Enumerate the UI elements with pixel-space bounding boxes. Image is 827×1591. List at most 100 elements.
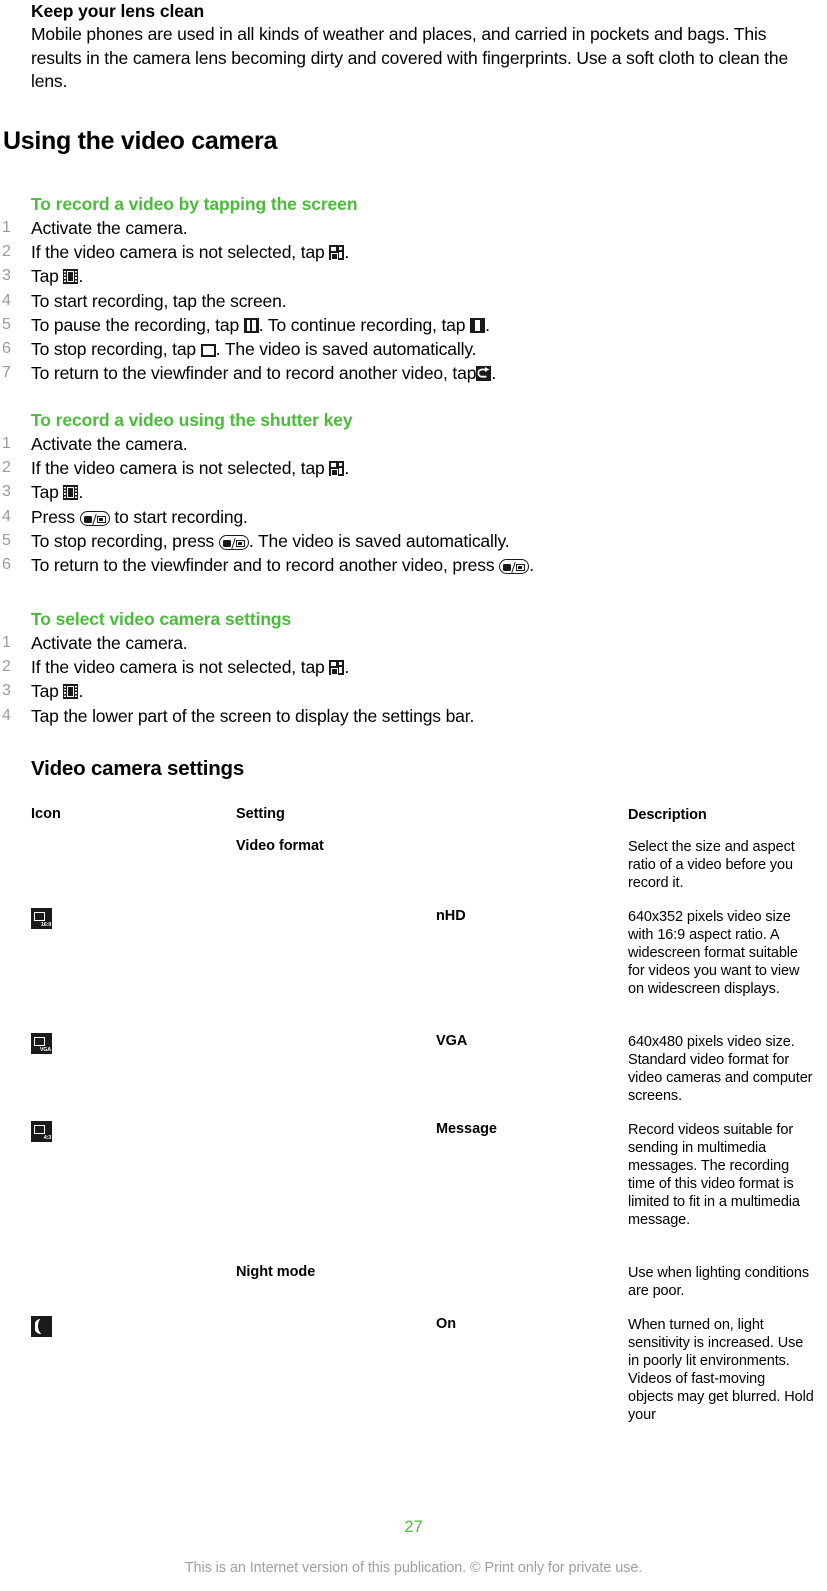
column-header-description: Description	[628, 807, 707, 823]
step-text-post: . The video is saved automatically.	[248, 530, 510, 551]
footer-note: This is an Internet version of this publ…	[184, 1560, 643, 1576]
step-text-post: .	[78, 266, 84, 287]
step-text-pre: Tap	[31, 482, 64, 503]
step-text-post: .	[78, 681, 84, 702]
step-number: 3	[2, 267, 11, 285]
row-description: When turned on, light sensitivity is inc…	[628, 1317, 814, 1423]
step-text-post: to start recording.	[109, 506, 248, 527]
step-number: 6	[2, 340, 11, 358]
page-number: 27	[404, 1518, 423, 1536]
procedure-block-3: To select video camera settings 1 Activa…	[0, 607, 827, 728]
step-text-post: .	[491, 363, 497, 384]
document-page: Keep your lens clean Mobile phones are u…	[0, 0, 827, 1591]
shutter-key-icon	[218, 534, 249, 550]
step-text-pre: Activate the camera.	[31, 434, 188, 454]
night-mode-on-icon	[31, 1316, 52, 1337]
step-text-pre: If the video camera is not selected, tap	[31, 458, 330, 479]
column-header-icon: Icon	[31, 806, 61, 822]
row-icon-cell: 4:3	[31, 1121, 121, 1147]
table-row: On When turned on, light sensitivity is …	[0, 1316, 827, 1446]
table-row: Video format Select the size and aspect …	[0, 838, 827, 908]
step-text-pre: Activate the camera.	[31, 633, 188, 653]
step-number: 1	[2, 435, 11, 452]
table-header-row: Icon Setting Description	[0, 806, 827, 838]
row-icon-cell: VGA	[31, 1033, 121, 1059]
column-header-setting: Setting	[236, 806, 285, 822]
step-number: 7	[2, 364, 11, 382]
row-setting-label: nHD	[436, 908, 466, 924]
row-setting-label: Video format	[236, 838, 324, 854]
row-description: Select the size and aspect ratio of a vi…	[628, 839, 795, 891]
step-text-post: . The video is saved automatically.	[215, 339, 477, 360]
list-item: 1 Activate the camera.	[0, 216, 827, 240]
list-item: 2 If the video camera is not selected, t…	[0, 240, 827, 264]
step-text-pre: To stop recording, press	[31, 530, 219, 551]
step-text-post: .	[344, 242, 350, 263]
step-text-pre: Tap the lower part of the screen to disp…	[31, 705, 475, 726]
step-number: 6	[2, 556, 11, 574]
table-row: Night mode Use when lighting conditions …	[0, 1264, 827, 1316]
list-item: 1 Activate the camera.	[0, 432, 827, 456]
step-text-pre: To return to the viewfinder and to recor…	[31, 363, 477, 384]
step-text: To return to the viewfinder and to recor…	[31, 553, 827, 577]
step-text: Tap .	[31, 480, 827, 504]
list-item: 2 If the video camera is not selected, t…	[0, 655, 827, 679]
list-item: 7 To return to the viewfinder and to rec…	[0, 361, 827, 385]
row-setting-label: Message	[436, 1121, 497, 1137]
procedure-block-2: To record a video using the shutter key …	[0, 408, 827, 577]
step-text: If the video camera is not selected, tap…	[31, 240, 827, 264]
resume-icon	[470, 317, 486, 333]
step-text: If the video camera is not selected, tap…	[31, 456, 827, 480]
step-number: 3	[2, 483, 11, 501]
video-format-vga-icon-label: VGA	[39, 1047, 51, 1053]
row-description: Use when lighting conditions are poor.	[628, 1265, 809, 1299]
settings-section-heading: Video camera settings	[31, 757, 245, 780]
procedure-steps: 1 Activate the camera. 2 If the video ca…	[0, 432, 827, 577]
step-text-mid: . To continue recording, tap	[258, 314, 471, 335]
list-item: 4 Tap the lower part of the screen to di…	[0, 704, 827, 728]
intro-title: Keep your lens clean	[31, 1, 205, 21]
intro-body: Mobile phones are used in all kinds of w…	[31, 24, 789, 91]
step-text: Tap .	[31, 264, 827, 288]
step-text-pre: To return to the viewfinder and to recor…	[31, 555, 500, 576]
video-camera-settings-table: Icon Setting Description Video format Se…	[0, 806, 827, 1446]
switch-camera-icon	[329, 245, 345, 261]
video-format-nhd-icon: 16:9	[31, 908, 52, 929]
row-icon-cell	[31, 1316, 121, 1342]
step-number: 2	[2, 243, 11, 261]
list-item: 3 Tap .	[0, 679, 827, 703]
list-item: 6 To return to the viewfinder and to rec…	[0, 553, 827, 577]
step-number: 4	[2, 507, 11, 525]
switch-camera-icon	[329, 461, 345, 477]
step-number: 5	[2, 531, 11, 549]
shutter-key-icon	[79, 510, 110, 526]
switch-camera-icon	[329, 660, 345, 676]
procedure-title: To record a video using the shutter key	[31, 410, 353, 430]
procedure-steps: 1 Activate the camera. 2 If the video ca…	[0, 216, 827, 385]
list-item: 5 To pause the recording, tap . To conti…	[0, 313, 827, 337]
step-text: Activate the camera.	[31, 216, 827, 240]
table-row: 16:9 nHD 640x352 pixels video size with …	[0, 908, 827, 1033]
step-text: Tap .	[31, 679, 827, 703]
list-item: 2 If the video camera is not selected, t…	[0, 456, 827, 480]
return-icon	[476, 366, 492, 382]
list-item: 3 Tap .	[0, 264, 827, 288]
list-item: 5 To stop recording, press . The video i…	[0, 529, 827, 553]
pause-icon	[243, 317, 259, 333]
row-description: Record videos suitable for sending in mu…	[628, 1122, 800, 1228]
step-text-pre: Activate the camera.	[31, 218, 188, 238]
step-text: To stop recording, tap . The video is sa…	[31, 337, 827, 361]
video-format-message-icon: 4:3	[31, 1121, 52, 1142]
list-item: 4 To start recording, tap the screen.	[0, 289, 827, 313]
step-text: Tap the lower part of the screen to disp…	[31, 704, 827, 728]
step-text: Activate the camera.	[31, 631, 827, 655]
row-setting-label: VGA	[436, 1033, 468, 1049]
row-description: 640x480 pixels video size. Standard vide…	[628, 1034, 813, 1104]
step-text: To stop recording, press . The video is …	[31, 529, 827, 553]
step-number: 2	[2, 459, 11, 477]
step-number: 1	[2, 634, 11, 651]
intro-block: Keep your lens clean Mobile phones are u…	[31, 0, 821, 94]
step-text-pre: If the video camera is not selected, tap	[31, 657, 330, 678]
step-text: To return to the viewfinder and to recor…	[31, 361, 827, 385]
stop-icon	[200, 344, 216, 358]
